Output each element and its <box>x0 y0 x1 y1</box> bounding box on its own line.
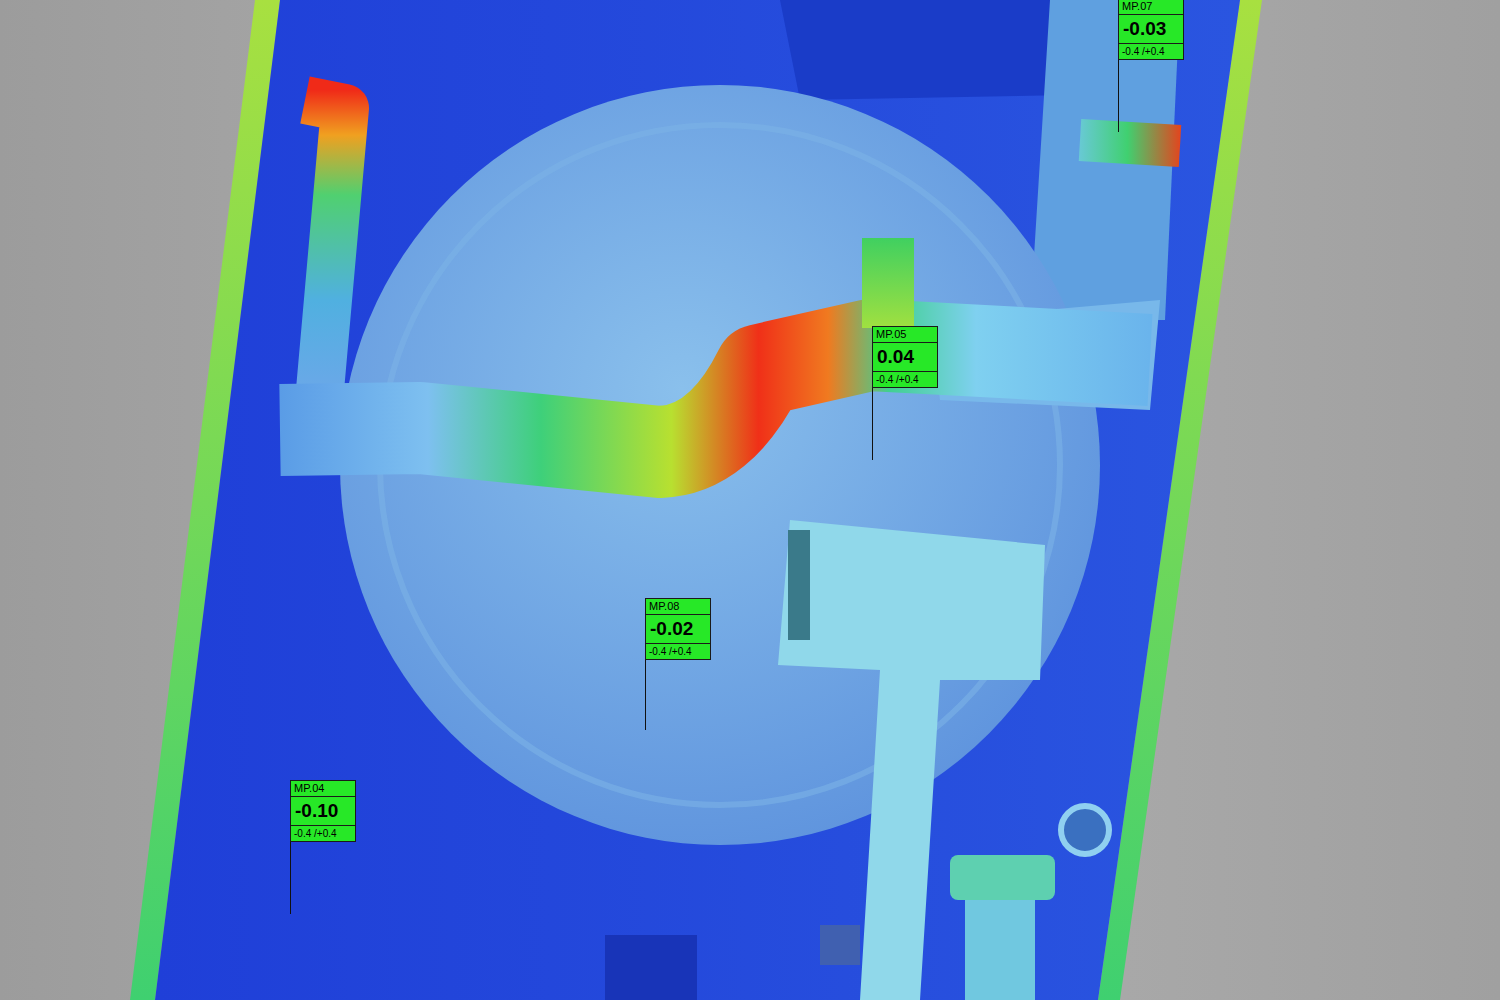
point-name: MP.04 <box>291 781 355 797</box>
tolerance: -0.4 /+0.4 <box>646 643 710 659</box>
tolerance: -0.4 /+0.4 <box>291 825 355 841</box>
deviation-label[interactable]: MP.08-0.02-0.4 /+0.4 <box>645 598 711 660</box>
deviation-value: -0.02 <box>646 615 710 643</box>
measuring-point[interactable]: MP.07-0.03-0.4 /+0.4 <box>1118 0 1184 132</box>
deviation-label[interactable]: MP.07-0.03-0.4 /+0.4 <box>1118 0 1184 60</box>
tolerance: -0.4 /+0.4 <box>1119 43 1183 59</box>
deviation-value: -0.10 <box>291 797 355 825</box>
point-name: MP.07 <box>1119 0 1183 15</box>
leader-line <box>1118 60 1119 132</box>
measuring-point[interactable]: MP.050.04-0.4 /+0.4 <box>872 326 938 460</box>
deviation-label[interactable]: MP.04-0.10-0.4 /+0.4 <box>290 780 356 842</box>
point-name: MP.05 <box>873 327 937 343</box>
deviation-map[interactable] <box>0 0 1500 1000</box>
leader-line <box>290 842 291 914</box>
tolerance: -0.4 /+0.4 <box>873 371 937 387</box>
leader-line <box>645 660 646 730</box>
deviation-value: -0.03 <box>1119 15 1183 43</box>
measuring-point[interactable]: MP.04-0.10-0.4 /+0.4 <box>290 780 356 914</box>
point-name: MP.08 <box>646 599 710 615</box>
deviation-value: 0.04 <box>873 343 937 371</box>
deviation-label[interactable]: MP.050.04-0.4 /+0.4 <box>872 326 938 388</box>
measuring-point[interactable]: MP.08-0.02-0.4 /+0.4 <box>645 598 711 730</box>
viewport[interactable]: MP.07-0.03-0.4 /+0.4MP.050.04-0.4 /+0.4M… <box>0 0 1500 1000</box>
leader-line <box>872 388 873 460</box>
